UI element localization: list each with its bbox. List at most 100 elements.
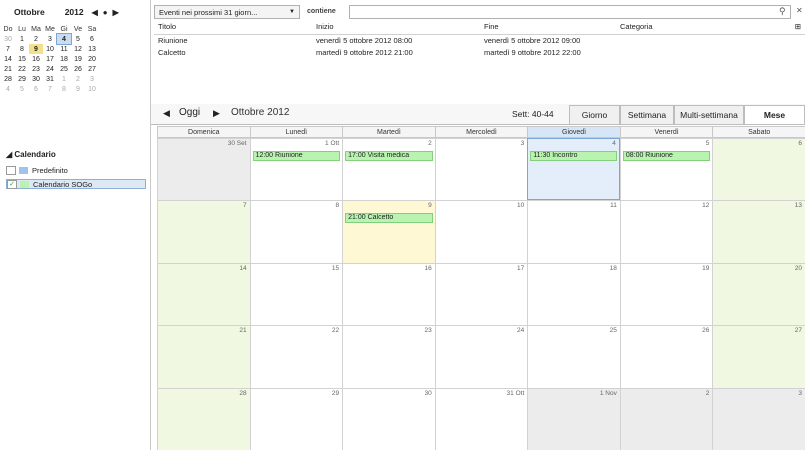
day-cell[interactable]: 19 (619, 262, 713, 326)
day-cell[interactable]: 30 Set (157, 138, 250, 201)
calendar-event[interactable]: 12:00 Riunione (252, 151, 341, 161)
calendar-event[interactable]: 17:00 Visita medica (345, 151, 433, 161)
col-title[interactable]: Titolo (158, 22, 176, 31)
day-cell[interactable]: 4 11:30 Incontro (527, 138, 620, 201)
prev-month-icon[interactable]: ◀ (92, 8, 98, 17)
day-cell[interactable]: 10 (434, 200, 528, 263)
calendar-item-sogo[interactable]: ✓ Calendario SOGo (6, 179, 146, 189)
mini-day[interactable]: 23 (29, 64, 43, 74)
mini-day[interactable]: 4 (56, 33, 72, 45)
mini-day[interactable]: 25 (57, 64, 71, 74)
day-cell[interactable]: 6 (712, 138, 805, 201)
col-start[interactable]: Inizio (316, 22, 334, 31)
mini-day[interactable]: 22 (15, 64, 29, 74)
mini-day[interactable]: 26 (71, 64, 85, 74)
day-cell[interactable]: 17 (434, 262, 528, 326)
calendar-event[interactable]: 08:00 Riunione (622, 151, 711, 161)
day-cell[interactable]: 1 Ott 12:00 Riunione (249, 138, 343, 201)
tab-day[interactable]: Giorno (569, 105, 620, 124)
mini-day[interactable]: 21 (1, 64, 15, 74)
mini-day[interactable]: 7 (43, 84, 57, 94)
day-cell[interactable]: 22 (249, 325, 343, 388)
mini-day[interactable]: 29 (15, 74, 29, 84)
mini-day[interactable]: 28 (1, 74, 15, 84)
mini-day[interactable]: 7 (1, 44, 15, 54)
col-category[interactable]: Categoria (620, 22, 653, 31)
calendars-header[interactable]: ◢ Calendario (6, 150, 56, 159)
mini-day[interactable]: 10 (85, 84, 99, 94)
mini-day[interactable]: 27 (85, 64, 99, 74)
day-cell[interactable]: 9 21:00 Calcetto (342, 200, 435, 263)
day-cell[interactable]: 5 08:00 Riunione (619, 138, 713, 201)
day-cell[interactable]: 24 (434, 325, 528, 388)
col-end[interactable]: Fine (484, 22, 499, 31)
calendar-checkbox[interactable] (6, 165, 16, 175)
previous-icon[interactable]: ◀ (163, 108, 170, 119)
mini-day[interactable]: 17 (43, 54, 57, 64)
table-row[interactable]: Calcetto martedì 9 ottobre 2012 21:00 ma… (154, 48, 805, 60)
day-cell[interactable]: 28 (157, 387, 250, 450)
mini-day[interactable]: 9 (29, 44, 43, 54)
mini-day[interactable]: 16 (29, 54, 43, 64)
day-cell[interactable]: 13 (712, 200, 805, 263)
day-cell[interactable]: 7 (157, 200, 250, 263)
mini-day[interactable]: 1 (57, 74, 71, 84)
mini-day[interactable]: 20 (85, 54, 99, 64)
mini-day[interactable]: 8 (57, 84, 71, 94)
day-cell[interactable]: 21 (157, 325, 250, 388)
mini-day[interactable]: 9 (71, 84, 85, 94)
day-cell[interactable]: 26 (619, 325, 713, 388)
day-cell[interactable]: 11 (527, 200, 620, 263)
search-input[interactable] (349, 5, 791, 19)
day-cell[interactable]: 20 (712, 262, 805, 326)
tab-month[interactable]: Mese (744, 105, 805, 124)
mini-day[interactable]: 2 (29, 34, 43, 44)
next-month-icon[interactable]: ▶ (113, 8, 119, 17)
mini-day[interactable]: 30 (29, 74, 43, 84)
day-cell[interactable]: 2 (619, 387, 713, 450)
day-cell[interactable]: 15 (249, 262, 343, 326)
column-picker-icon[interactable]: ⊞ (795, 22, 801, 31)
mini-day[interactable]: 2 (71, 74, 85, 84)
day-cell[interactable]: 8 (249, 200, 343, 263)
day-cell[interactable]: 3 (712, 387, 805, 450)
mini-day[interactable]: 11 (57, 44, 71, 54)
day-cell[interactable]: 30 (342, 387, 435, 450)
mini-day[interactable]: 6 (85, 34, 99, 44)
mini-day[interactable]: 3 (43, 34, 57, 44)
today-circle-icon[interactable]: ● (103, 8, 108, 17)
mini-day[interactable]: 10 (43, 44, 57, 54)
mini-day[interactable]: 13 (85, 44, 99, 54)
day-cell[interactable]: 2 17:00 Visita medica (342, 138, 435, 201)
mini-day[interactable]: 4 (1, 84, 15, 94)
table-row[interactable]: Riunione venerdì 5 ottobre 2012 08:00 ve… (154, 36, 805, 48)
day-cell[interactable]: 18 (527, 262, 620, 326)
tab-multiweek[interactable]: Multi-settimana (674, 105, 744, 124)
mini-day[interactable]: 1 (15, 34, 29, 44)
mini-day[interactable]: 5 (15, 84, 29, 94)
mini-day[interactable]: 14 (1, 54, 15, 64)
calendar-event[interactable]: 11:30 Incontro (530, 151, 617, 161)
mini-day[interactable]: 15 (15, 54, 29, 64)
mini-day[interactable]: 18 (57, 54, 71, 64)
day-cell[interactable]: 23 (342, 325, 435, 388)
today-button[interactable]: Oggi (179, 107, 200, 118)
mini-day[interactable]: 31 (43, 74, 57, 84)
day-cell[interactable]: 12 (619, 200, 713, 263)
mini-calendar-month[interactable]: Ottobre (14, 7, 45, 17)
search-icon[interactable]: ⚲ (779, 6, 786, 17)
mini-day[interactable]: 5 (71, 34, 85, 44)
day-cell[interactable]: 14 (157, 262, 250, 326)
mini-day[interactable]: 12 (71, 44, 85, 54)
day-cell[interactable]: 29 (249, 387, 343, 450)
mini-day[interactable]: 3 (85, 74, 99, 84)
mini-day[interactable]: 24 (43, 64, 57, 74)
collapse-triangle-icon[interactable]: ◢ (6, 150, 12, 159)
mini-day[interactable]: 6 (29, 84, 43, 94)
day-cell[interactable]: 16 (342, 262, 435, 326)
day-cell[interactable]: 31 Ott (434, 387, 528, 450)
next-icon[interactable]: ▶ (213, 108, 220, 119)
day-cell[interactable]: 25 (527, 325, 620, 388)
calendar-checkbox[interactable]: ✓ (7, 179, 17, 189)
event-filter-dropdown[interactable]: Eventi nei prossimi 31 giorn... ▼ (154, 5, 300, 19)
